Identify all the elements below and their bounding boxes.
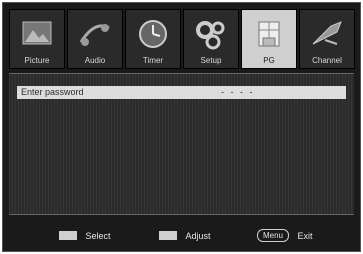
picture-icon — [22, 21, 52, 45]
hint-exit: Menu Exit — [257, 227, 313, 243]
footer-hints: Select Adjust Menu Exit — [9, 217, 354, 249]
setup-icon — [196, 21, 225, 50]
tv-menu-screen: Picture Audio Timer Setup PG Channel Ent… — [2, 2, 361, 252]
enter-password-label: Enter password — [21, 87, 84, 97]
leftright-arrows-icon — [159, 231, 177, 241]
hint-adjust-label: Adjust — [185, 230, 211, 241]
tab-timer[interactable]: Timer — [125, 9, 181, 69]
hint-exit-label: Exit — [297, 230, 313, 241]
menu-panel: Enter password - - - - — [9, 73, 354, 215]
channel-icon — [312, 21, 342, 45]
updown-arrows-icon — [59, 231, 77, 241]
tab-picture[interactable]: Picture — [9, 9, 65, 69]
tab-setup[interactable]: Setup — [183, 9, 239, 69]
tab-label: Audio — [84, 56, 106, 65]
hint-select: Select — [59, 227, 110, 241]
tab-audio[interactable]: Audio — [67, 9, 123, 69]
tab-label: Setup — [200, 56, 222, 65]
hint-select-label: Select — [85, 230, 111, 241]
menu-key: Menu — [257, 229, 289, 243]
password-value[interactable]: - - - - — [221, 87, 255, 97]
timer-icon — [139, 20, 167, 48]
tab-pg[interactable]: PG — [241, 9, 297, 69]
hint-adjust: Adjust — [159, 227, 210, 241]
audio-icon — [79, 24, 110, 46]
pg-icon — [258, 21, 280, 47]
tab-label: Channel — [312, 56, 342, 65]
tab-label: Timer — [142, 56, 164, 65]
tab-label: PG — [263, 56, 275, 65]
tab-channel[interactable]: Channel — [299, 9, 355, 69]
tab-label: Picture — [24, 56, 50, 65]
menu-tabs: Picture Audio Timer Setup PG Channel — [9, 9, 360, 69]
